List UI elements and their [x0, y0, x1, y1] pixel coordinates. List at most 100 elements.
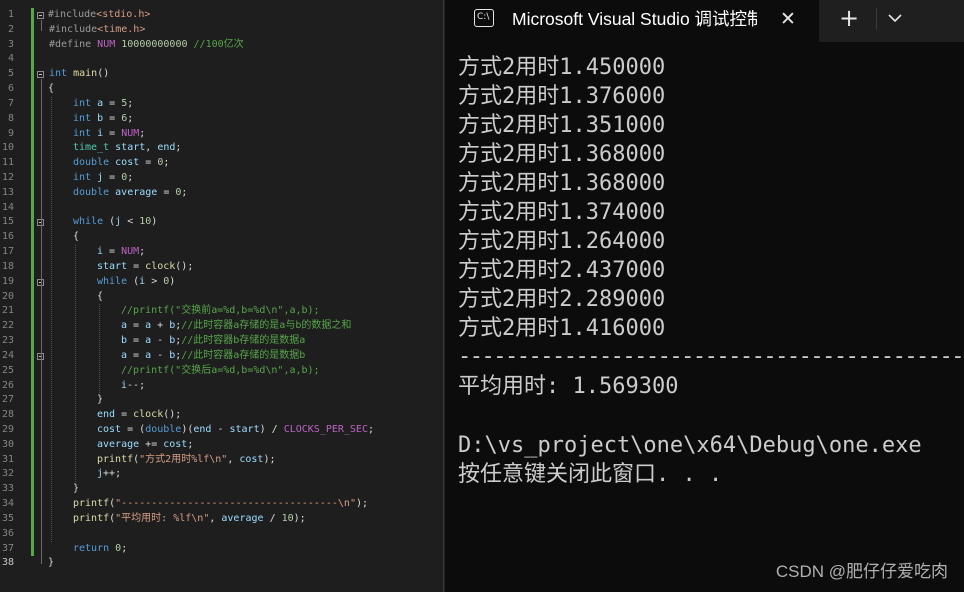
indent-guide [99, 304, 100, 394]
code-line[interactable]: #include<time.h> [49, 23, 145, 38]
line-number: 7 [7, 97, 14, 109]
output-line: 方式2用时1.368000 [458, 171, 666, 196]
code-line[interactable]: int a = 5; [73, 97, 133, 112]
code-line[interactable]: } [48, 556, 54, 571]
code-line[interactable]: average += cost; [97, 438, 193, 453]
code-line[interactable]: double cost = 0; [73, 156, 169, 171]
line-number: 26 [1, 379, 14, 391]
line-number: 4 [7, 53, 14, 65]
line-number: 29 [1, 423, 14, 435]
line-number: 2 [7, 23, 14, 35]
line-number: 38 [1, 557, 14, 569]
line-number: 11 [1, 157, 14, 169]
output-line: 方式2用时1.264000 [458, 229, 666, 254]
code-line[interactable]: i--; [121, 379, 145, 394]
output-line: 方式2用时1.374000 [458, 200, 666, 225]
code-line[interactable]: //printf("交换前a=%d,b=%d\n",a,b); [121, 304, 320, 319]
line-number: 30 [1, 438, 14, 450]
average-line: 平均用时: 1.569300 [458, 374, 679, 399]
code-line[interactable]: int b = 6; [73, 112, 133, 127]
line-number: 12 [1, 172, 14, 184]
line-number: 33 [1, 483, 14, 495]
code-line[interactable]: } [73, 482, 79, 497]
close-prompt-line: 按任意键关闭此窗口. . . [458, 462, 723, 487]
code-editor[interactable]: 1 2 3 4 5 6 7 8 9 10 11 12 13 14 15 16 17 18 19 20 21 22 23 24 2… [0, 0, 444, 592]
line-number: 10 [1, 142, 14, 154]
code-line[interactable]: { [73, 230, 79, 245]
code-line[interactable]: #include<stdio.h> [48, 8, 150, 23]
line-number: 22 [1, 320, 14, 332]
line-number: 14 [1, 201, 14, 213]
code-line[interactable]: end = clock(); [97, 408, 181, 423]
terminal-icon: C:\ [474, 9, 494, 27]
output-line: 方式2用时1.376000 [458, 84, 666, 109]
watermark: CSDN @肥仔仔爱吃肉 [775, 562, 948, 581]
code-line[interactable]: a = a - b;//此时容器a存储的是数据b [121, 349, 305, 364]
output-line: 方式2用时2.437000 [458, 258, 666, 283]
line-number: 35 [1, 512, 14, 524]
code-line[interactable]: printf("方式2用时%lf\n", cost); [97, 453, 276, 468]
output-line: 方式2用时1.450000 [458, 55, 666, 80]
output-line: 方式2用时2.289000 [458, 287, 666, 312]
code-line[interactable]: while (j < 10) [73, 215, 157, 230]
line-number: 24 [1, 349, 14, 361]
line-number: 3 [7, 38, 14, 50]
line-number: 31 [1, 453, 14, 465]
line-number: 13 [1, 186, 14, 198]
fold-region-line [41, 286, 42, 402]
line-number: 20 [1, 290, 14, 302]
code-line[interactable]: //printf("交换后a=%d,b=%d\n",a,b); [121, 364, 320, 379]
line-number: 15 [1, 216, 14, 228]
fold-toggle-icon[interactable] [37, 12, 44, 19]
line-number: 18 [1, 260, 14, 272]
line-number-gutter: 1 2 3 4 5 6 7 8 9 10 11 12 13 14 15 16 17 18 19 20 21 22 23 24 2… [0, 0, 30, 592]
pane-splitter[interactable] [443, 0, 444, 592]
line-number: 36 [1, 527, 14, 539]
line-number: 27 [1, 394, 14, 406]
code-line[interactable]: int i = NUM; [73, 127, 145, 142]
indent-guide [75, 245, 76, 483]
code-line[interactable]: int main() [49, 67, 109, 82]
code-line[interactable]: } [97, 393, 103, 408]
output-line: 方式2用时1.351000 [458, 113, 666, 138]
code-line[interactable]: double average = 0; [73, 186, 187, 201]
code-line[interactable]: cost = (double)(end - start) / CLOCKS_PE… [97, 423, 374, 438]
code-line[interactable]: printf("平均用时: %lf\n", average / 10); [73, 512, 306, 527]
debug-console-window: C:\ Microsoft Visual Studio 调试控制台 ✕ + 方式… [445, 0, 964, 592]
line-number: 1 [7, 9, 14, 20]
line-number: 17 [1, 246, 14, 258]
line-number: 32 [1, 468, 14, 480]
line-number: 21 [1, 305, 14, 317]
code-line[interactable]: printf("--------------------------------… [73, 497, 368, 512]
line-number: 8 [7, 112, 14, 124]
line-number: 16 [1, 231, 14, 243]
code-line[interactable]: b = a - b;//此时容器b存储的是数据a [121, 334, 305, 349]
tab-debug-console[interactable]: C:\ Microsoft Visual Studio 调试控制台 ✕ [445, 0, 819, 42]
code-line[interactable]: return 0; [73, 542, 127, 557]
line-number: 23 [1, 335, 14, 347]
code-line[interactable]: start = clock(); [97, 260, 193, 275]
code-line[interactable]: int j = 0; [73, 171, 133, 186]
code-line[interactable]: j++; [97, 467, 121, 482]
code-line[interactable]: i = NUM; [97, 245, 145, 260]
code-line[interactable]: { [97, 290, 103, 305]
line-number: 6 [7, 83, 14, 95]
code-line[interactable]: #define NUM 10000000000 //100亿次 [49, 38, 244, 53]
change-indicator [31, 8, 34, 557]
output-line: 方式2用时1.368000 [458, 142, 666, 167]
code-line[interactable]: { [48, 82, 54, 97]
indent-guide [51, 96, 52, 542]
code-line[interactable]: time_t start, end; [73, 141, 181, 156]
dropdown-button[interactable] [883, 6, 907, 30]
line-number: 5 [7, 68, 14, 80]
line-number: 28 [1, 409, 14, 421]
code-line[interactable]: while (i > 0) [97, 275, 175, 290]
code-line[interactable]: a = a + b;//此时容器a存储的是a与b的数据之和 [121, 319, 351, 334]
fold-toggle-icon[interactable] [37, 71, 44, 79]
tab-divider [876, 8, 877, 30]
line-number: 25 [1, 364, 14, 376]
separator-line: ----------------------------------------… [458, 348, 964, 366]
close-tab-button[interactable]: ✕ [776, 7, 800, 31]
tab-bar: C:\ Microsoft Visual Studio 调试控制台 ✕ + [445, 0, 964, 42]
new-tab-button[interactable]: + [837, 5, 861, 31]
